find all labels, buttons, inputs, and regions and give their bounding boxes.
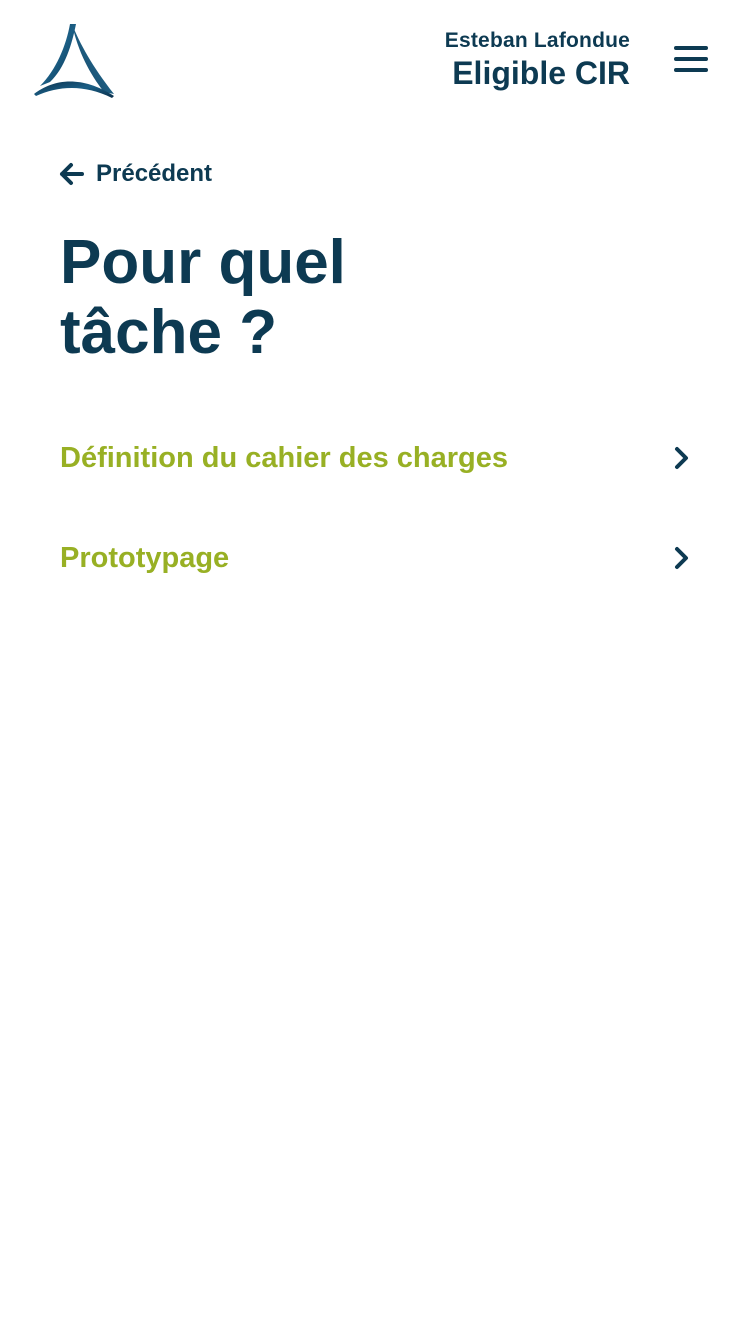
option-label: Prototypage — [60, 541, 230, 574]
option-prototypage[interactable]: Prototypage — [60, 528, 694, 588]
hamburger-menu-icon[interactable] — [674, 44, 708, 74]
logo-icon[interactable] — [32, 22, 116, 100]
option-cahier-des-charges[interactable]: Définition du cahier des charges — [60, 428, 694, 488]
back-button[interactable]: Précédent — [58, 156, 212, 192]
user-status: Eligible CIR — [452, 55, 630, 91]
user-info: Esteban Lafondue Eligible CIR — [445, 28, 630, 92]
option-label: Définition du cahier des charges — [60, 441, 508, 474]
chevron-right-icon — [675, 547, 688, 569]
user-name: Esteban Lafondue — [444, 29, 630, 52]
back-label: Précédent — [96, 160, 213, 187]
menu-bar — [674, 46, 708, 50]
page: Esteban Lafondue Eligible CIR Précédent … — [0, 0, 750, 1334]
page-title: Pour quel tâche ? — [60, 228, 346, 367]
arrow-left-icon — [60, 163, 84, 185]
chevron-right-icon — [675, 447, 688, 469]
menu-bar — [674, 68, 708, 72]
menu-bar — [674, 57, 708, 61]
